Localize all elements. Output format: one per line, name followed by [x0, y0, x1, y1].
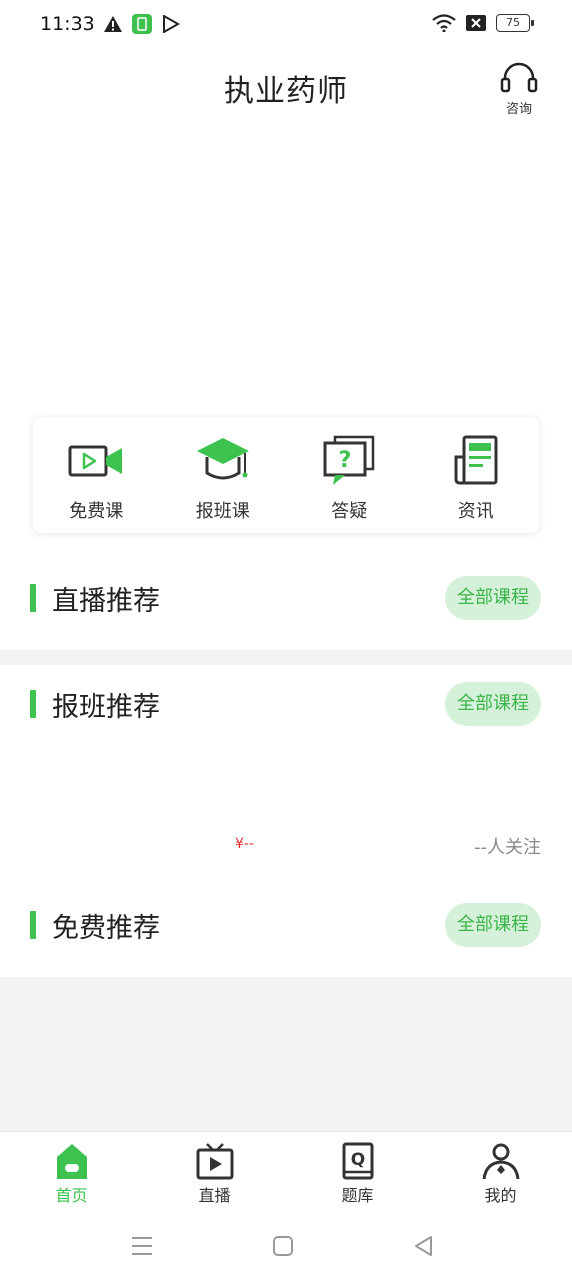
page-title: 执业药师 — [224, 74, 348, 109]
section-title: 直播推荐 — [52, 586, 160, 617]
tab-label: 首页 — [55, 1186, 88, 1205]
svg-text:?: ? — [339, 448, 352, 473]
no-sim-icon — [466, 15, 486, 31]
section-title: 报班推荐 — [52, 692, 160, 723]
back-triangle-icon[interactable] — [411, 1233, 437, 1259]
consult-label: 咨询 — [505, 102, 532, 117]
newspaper-icon — [454, 435, 498, 485]
shortcut-qa[interactable]: ? 答疑 — [286, 417, 413, 533]
tab-live[interactable]: 直播 — [143, 1132, 286, 1211]
live-all-courses-button[interactable]: 全部课程 — [445, 576, 541, 620]
free-section-header: 免费推荐 全部课程 — [0, 895, 572, 955]
class-course-card[interactable]: ¥-- --人关注 — [0, 740, 572, 870]
tab-home[interactable]: 首页 — [0, 1132, 143, 1211]
app-header: 执业药师 咨询 — [0, 52, 572, 122]
status-bar: 11:33 75 — [0, 0, 572, 52]
battery-indicator: 75 — [496, 14, 534, 32]
tab-label: 直播 — [198, 1186, 231, 1205]
class-all-courses-button[interactable]: 全部课程 — [445, 682, 541, 726]
course-price: ¥-- — [235, 836, 255, 852]
question-book-icon: Q — [342, 1142, 373, 1180]
home-square-icon[interactable] — [270, 1233, 296, 1259]
shortcut-label: 答疑 — [331, 501, 368, 522]
svg-text:Q: Q — [350, 1150, 364, 1170]
home-icon — [56, 1144, 87, 1179]
status-time: 11:33 — [40, 13, 95, 35]
shortcut-label: 资讯 — [457, 501, 494, 522]
free-all-courses-button[interactable]: 全部课程 — [445, 903, 541, 947]
tv-play-icon — [196, 1143, 233, 1180]
section-divider — [0, 650, 572, 665]
tab-profile[interactable]: 我的 — [429, 1132, 572, 1211]
system-nav-bar — [0, 1211, 572, 1280]
empty-content-area — [0, 977, 572, 1131]
graduation-cap-icon — [196, 438, 249, 480]
user-icon — [482, 1143, 519, 1180]
wifi-icon — [432, 14, 456, 32]
bottom-tab-bar: 首页 直播 Q 题库 我的 — [0, 1131, 572, 1211]
video-camera-icon — [68, 445, 123, 477]
consult-button[interactable]: 咨询 — [496, 58, 542, 117]
section-accent-bar — [30, 690, 36, 718]
section-accent-bar — [30, 584, 36, 612]
app-notification-icon — [132, 14, 152, 34]
tab-label: 题库 — [341, 1186, 374, 1205]
question-chat-icon: ? — [323, 435, 375, 485]
section-title: 免费推荐 — [52, 913, 160, 944]
menu-icon[interactable] — [129, 1233, 155, 1259]
shortcut-label: 免费课 — [69, 501, 124, 522]
shortcut-card: 免费课 报班课 ? 答疑 资讯 — [33, 417, 539, 533]
section-accent-bar — [30, 911, 36, 939]
warning-icon — [104, 16, 122, 32]
live-section-header: 直播推荐 全部课程 — [0, 568, 572, 628]
banner-area[interactable] — [0, 122, 572, 412]
course-followers: --人关注 — [474, 837, 541, 858]
tab-question-bank[interactable]: Q 题库 — [286, 1132, 429, 1211]
headphones-icon — [500, 62, 538, 93]
tab-label: 我的 — [484, 1186, 517, 1205]
shortcut-class-course[interactable]: 报班课 — [160, 417, 287, 533]
play-store-icon — [163, 15, 180, 33]
shortcut-news[interactable]: 资讯 — [413, 417, 540, 533]
class-section-header: 报班推荐 全部课程 — [0, 674, 572, 734]
shortcut-label: 报班课 — [195, 501, 250, 522]
shortcut-free-course[interactable]: 免费课 — [33, 417, 160, 533]
